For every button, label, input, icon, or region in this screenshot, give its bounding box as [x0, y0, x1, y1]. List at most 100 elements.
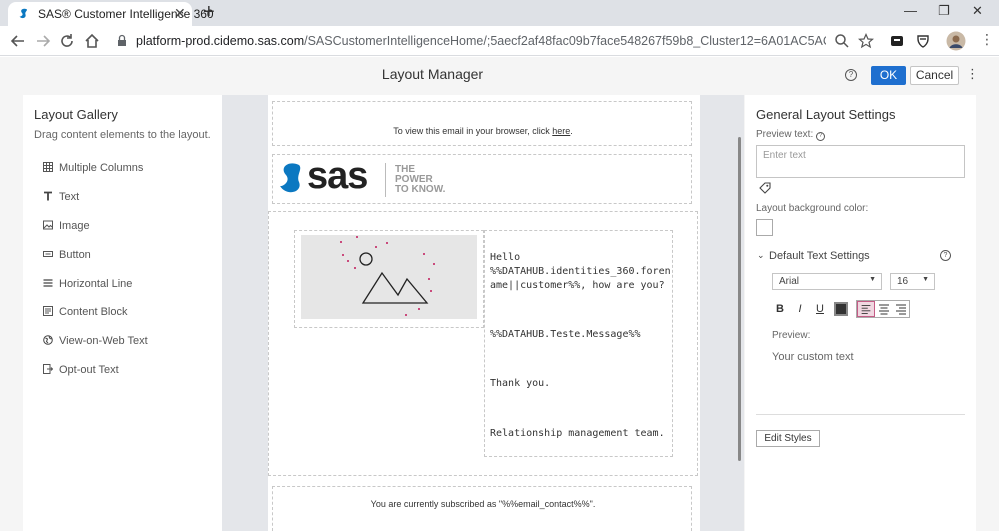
- gallery-subtitle: Drag content elements to the layout.: [34, 129, 211, 141]
- text-column[interactable]: Hello %%DATAHUB.identities_360.foren ame||…: [484, 230, 673, 457]
- default-text-settings-toggle[interactable]: Default Text Settings: [769, 250, 870, 262]
- opt-out-icon: [43, 364, 53, 374]
- shield-extension-icon[interactable]: [915, 33, 931, 49]
- text-icon: [44, 191, 52, 201]
- page-title: Layout Manager: [381, 66, 484, 82]
- back-arrow-icon[interactable]: [8, 31, 28, 51]
- gallery-item-image[interactable]: Image: [43, 220, 90, 236]
- browser-toolbar: platform-prod.cidemo.sas.com/SASCustomer…: [0, 26, 999, 56]
- logo-divider: [385, 163, 386, 197]
- font-size-value: 16: [897, 276, 909, 287]
- bookmark-star-icon[interactable]: [858, 33, 874, 49]
- url-host: platform-prod.cidemo.sas.com: [136, 34, 305, 48]
- align-center-icon[interactable]: [875, 301, 893, 317]
- window-close-button[interactable]: ✕: [972, 3, 983, 19]
- preview-text-label-text: Preview text:: [756, 129, 814, 140]
- underline-button[interactable]: U: [813, 302, 827, 316]
- browser-tab[interactable]: SAS® Customer Intelligence 360 ✕: [8, 2, 214, 26]
- gallery-item-view-on-web-text[interactable]: View-on-Web Text: [43, 335, 148, 351]
- tab-close-icon[interactable]: ✕: [174, 5, 186, 21]
- font-size-select[interactable]: 16 ▼: [890, 273, 935, 290]
- chevron-down-icon[interactable]: ⌄: [757, 250, 765, 261]
- gallery-item-label: Text: [59, 191, 80, 203]
- background-color-picker[interactable]: [756, 219, 773, 236]
- text-color-swatch[interactable]: [834, 302, 848, 316]
- cancel-button[interactable]: Cancel: [910, 66, 959, 85]
- image-column[interactable]: [294, 230, 484, 328]
- columns-icon: [43, 162, 53, 172]
- layout-gallery-panel: Layout Gallery Drag content elements to …: [23, 95, 222, 531]
- layout-manager-header: Layout Manager ? OK Cancel ⋮: [0, 57, 999, 93]
- lock-icon: [118, 34, 126, 46]
- address-bar[interactable]: platform-prod.cidemo.sas.com/SASCustomer…: [108, 29, 878, 53]
- gallery-item-horizontal-line[interactable]: Horizontal Line: [43, 278, 132, 294]
- preview-text-help-icon[interactable]: ?: [816, 132, 826, 141]
- bg-color-label: Layout background color:: [756, 203, 869, 214]
- alignment-group: [856, 300, 910, 318]
- restore-button[interactable]: ❐: [938, 3, 950, 19]
- tab-title: SAS® Customer Intelligence 360: [38, 7, 214, 21]
- gallery-item-button[interactable]: Button: [43, 249, 91, 265]
- align-right-icon[interactable]: [892, 301, 910, 317]
- font-family-select[interactable]: Arial ▼: [772, 273, 882, 290]
- url-text: platform-prod.cidemo.sas.com/SASCustomer…: [136, 34, 826, 48]
- logo-block[interactable]: sas THE POWER TO KNOW.: [272, 154, 692, 204]
- gallery-item-label: View-on-Web Text: [59, 335, 148, 347]
- more-options-icon[interactable]: ⋮: [966, 67, 979, 81]
- sas-logo: sas THE POWER TO KNOW.: [277, 155, 453, 201]
- settings-title: General Layout Settings: [756, 107, 896, 122]
- general-layout-settings-panel: General Layout Settings Preview text: ? …: [745, 95, 976, 531]
- sas-favicon-icon: [19, 8, 28, 19]
- profile-avatar[interactable]: [946, 31, 966, 51]
- align-left-icon[interactable]: [857, 301, 875, 317]
- email-layout-canvas: To view this email in your browser, clic…: [268, 95, 700, 531]
- message-text: %%DATAHUB.Teste.Message%%: [490, 329, 641, 340]
- reload-icon[interactable]: [57, 31, 77, 51]
- gallery-item-label: Multiple Columns: [59, 162, 144, 174]
- dropdown-arrow-icon: ▼: [869, 276, 876, 283]
- edit-styles-button[interactable]: Edit Styles: [756, 430, 820, 447]
- signature-text: Relationship management team.: [490, 428, 665, 439]
- extension-icon[interactable]: [889, 33, 905, 49]
- personalization-tag-icon[interactable]: [759, 182, 771, 194]
- italic-button[interactable]: I: [793, 302, 807, 316]
- ok-button[interactable]: OK: [871, 66, 906, 85]
- logo-tagline: THE POWER TO KNOW.: [395, 165, 445, 195]
- url-path: /SASCustomerIntelligenceHome/;5aecf2af48…: [304, 34, 826, 48]
- horizontal-line-icon: [43, 279, 53, 287]
- globe-icon: [43, 335, 53, 345]
- image-icon: [43, 220, 53, 230]
- view-on-web-block[interactable]: To view this email in your browser, clic…: [272, 101, 692, 146]
- divider: [756, 414, 965, 415]
- home-icon[interactable]: [82, 31, 102, 51]
- view-on-web-link[interactable]: here: [552, 126, 570, 136]
- minimize-button[interactable]: —: [904, 3, 917, 19]
- gallery-item-content-block[interactable]: Content Block: [43, 306, 127, 322]
- view-on-web-end: .: [570, 126, 573, 136]
- image-placeholder: [301, 235, 477, 319]
- text-settings-help-icon[interactable]: ?: [940, 250, 951, 261]
- greeting-line: Hello: [490, 252, 521, 263]
- browser-menu-icon[interactable]: ⋮: [980, 31, 996, 47]
- preview-text-input[interactable]: Enter text: [756, 145, 965, 178]
- gallery-item-text[interactable]: Text: [43, 191, 79, 207]
- greeting-text: Hello %%DATAHUB.identities_360.foren ame||…: [490, 251, 671, 293]
- preview-sample-text: Your custom text: [772, 351, 854, 363]
- preview-text-label: Preview text: ?: [756, 129, 826, 141]
- gallery-item-label: Opt-out Text: [59, 364, 119, 376]
- sas-swirl-icon: [280, 163, 301, 193]
- zoom-icon[interactable]: [834, 33, 850, 49]
- content-block-icon: [43, 306, 53, 316]
- forward-arrow-icon[interactable]: [33, 31, 53, 51]
- canvas-scrollbar[interactable]: [738, 137, 741, 461]
- preview-label: Preview:: [772, 330, 811, 341]
- opt-out-block[interactable]: You are currently subscribed as "%%email…: [272, 486, 692, 531]
- gallery-item-label: Image: [59, 220, 90, 232]
- gallery-item-opt-out-text[interactable]: Opt-out Text: [43, 364, 119, 380]
- font-family-value: Arial: [779, 276, 800, 287]
- gallery-item-multiple-columns[interactable]: Multiple Columns: [43, 162, 143, 178]
- gallery-item-label: Button: [59, 249, 91, 261]
- new-tab-button[interactable]: +: [203, 2, 215, 22]
- help-icon[interactable]: ?: [845, 69, 857, 81]
- bold-button[interactable]: B: [773, 302, 787, 316]
